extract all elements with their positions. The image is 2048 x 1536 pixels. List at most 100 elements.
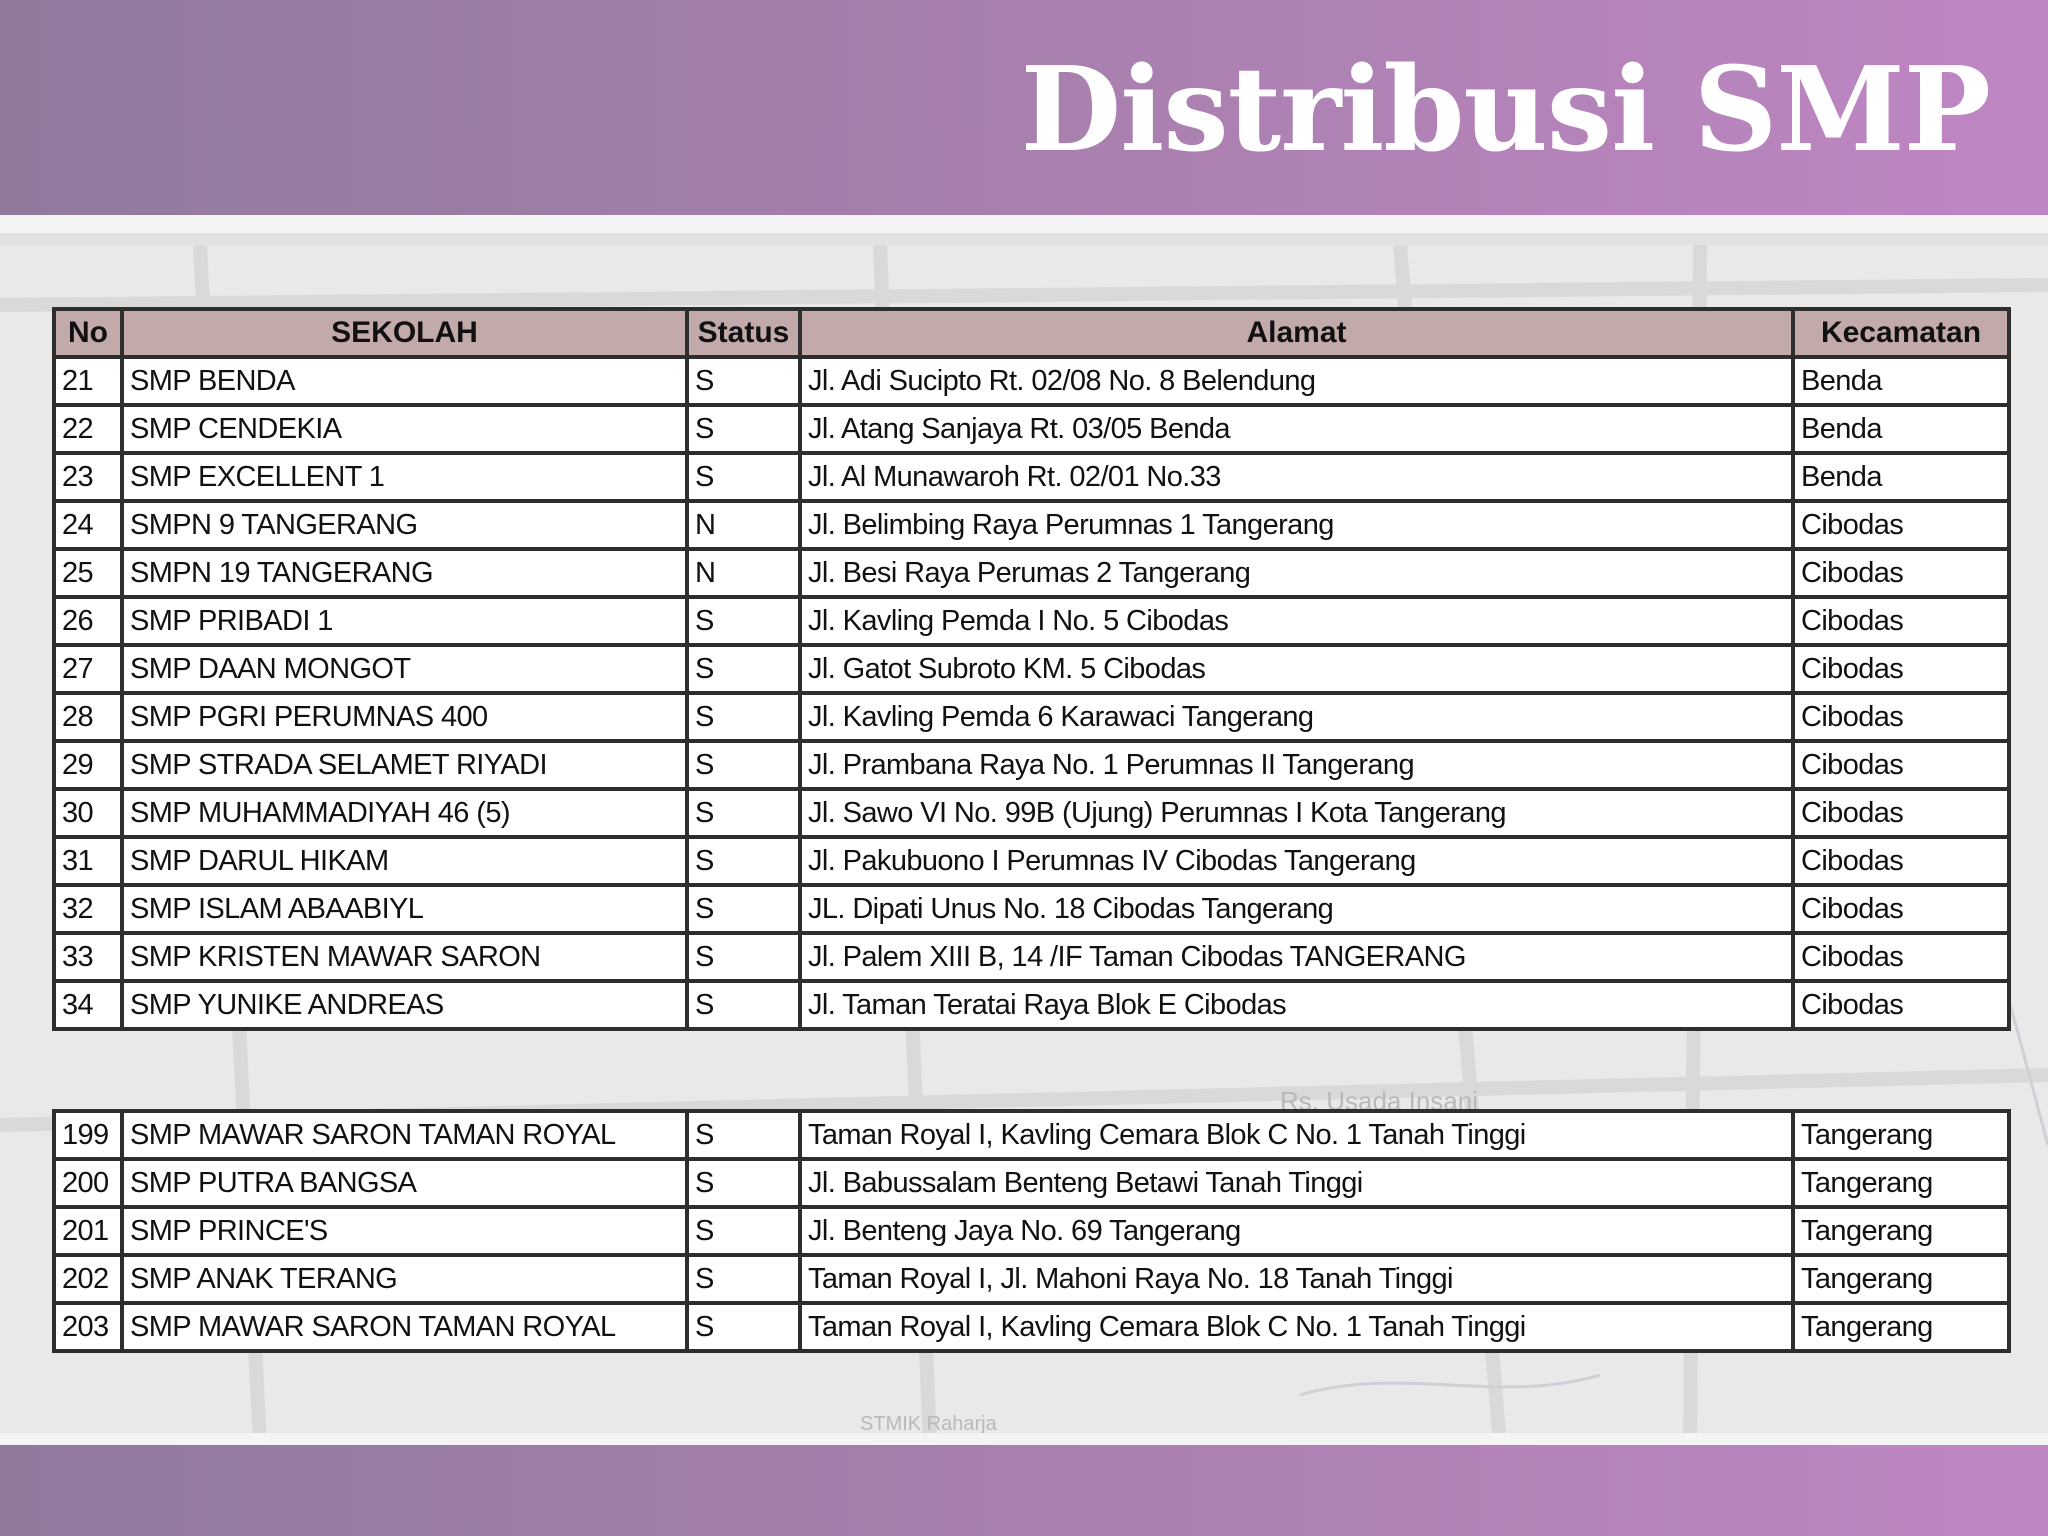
cell-school: SMP STRADA SELAMET RIYADI	[120, 739, 689, 791]
cell-no: 28	[52, 691, 124, 743]
header-district: Kecamatan	[1791, 307, 2011, 359]
cell-address: Taman Royal I, Jl. Mahoni Raya No. 18 Ta…	[798, 1253, 1795, 1305]
table-row: 21 SMP BENDA S Jl. Adi Sucipto Rt. 02/08 No…	[52, 355, 2011, 407]
header-divider-shadow	[0, 233, 2048, 245]
cell-district: Cibodas	[1791, 739, 2011, 791]
cell-school: SMPN 9 TANGERANG	[120, 499, 689, 551]
cell-status: S	[685, 979, 802, 1031]
cell-district: Cibodas	[1791, 931, 2011, 983]
table-row: 203 SMP MAWAR SARON TAMAN ROYAL S Taman Roy…	[52, 1301, 2011, 1353]
cell-address: Jl. Benteng Jaya No. 69 Tangerang	[798, 1205, 1795, 1257]
cell-school: SMP PRIBADI 1	[120, 595, 689, 647]
cell-district: Cibodas	[1791, 547, 2011, 599]
cell-status: S	[685, 883, 802, 935]
cell-school: SMP MAWAR SARON TAMAN ROYAL	[120, 1301, 689, 1353]
cell-school: SMP MUHAMMADIYAH 46 (5)	[120, 787, 689, 839]
cell-district: Benda	[1791, 451, 2011, 503]
footer-band	[0, 1445, 2048, 1536]
cell-school: SMP YUNIKE ANDREAS	[120, 979, 689, 1031]
cell-no: 25	[52, 547, 124, 599]
cell-status: S	[685, 451, 802, 503]
cell-no: 21	[52, 355, 124, 407]
cell-no: 201	[52, 1205, 124, 1257]
cell-address: Jl. Belimbing Raya Perumnas 1 Tangerang	[798, 499, 1795, 551]
cell-district: Cibodas	[1791, 787, 2011, 839]
cell-address: Jl. Kavling Pemda 6 Karawaci Tangerang	[798, 691, 1795, 743]
cell-school: SMP DAAN MONGOT	[120, 643, 689, 695]
cell-address: Jl. Adi Sucipto Rt. 02/08 No. 8 Belendun…	[798, 355, 1795, 407]
cell-status: S	[685, 1301, 802, 1353]
table-row: 201 SMP PRINCE'S S Jl. Benteng Jaya No. 69 …	[52, 1205, 2011, 1257]
cell-no: 34	[52, 979, 124, 1031]
cell-address: Jl. Pakubuono I Perumnas IV Cibodas Tang…	[798, 835, 1795, 887]
cell-status: S	[685, 1205, 802, 1257]
cell-address: Jl. Taman Teratai Raya Blok E Cibodas	[798, 979, 1795, 1031]
header-school: SEKOLAH	[120, 307, 689, 359]
cell-school: SMP KRISTEN MAWAR SARON	[120, 931, 689, 983]
cell-district: Benda	[1791, 403, 2011, 455]
cell-address: Jl. Besi Raya Perumas 2 Tangerang	[798, 547, 1795, 599]
cell-district: Tangerang	[1791, 1157, 2011, 1209]
cell-no: 199	[52, 1109, 124, 1161]
cell-status: S	[685, 355, 802, 407]
table-row: 22 SMP CENDEKIA S Jl. Atang Sanjaya Rt. 03/…	[52, 403, 2011, 455]
cell-status: N	[685, 547, 802, 599]
cell-no: 202	[52, 1253, 124, 1305]
table-row: 31 SMP DARUL HIKAM S Jl. Pakubuono I Perumn…	[52, 835, 2011, 887]
cell-school: SMP PGRI PERUMNAS 400	[120, 691, 689, 743]
table-row: 202 SMP ANAK TERANG S Taman Royal I, Jl. Ma…	[52, 1253, 2011, 1305]
cell-school: SMPN 19 TANGERANG	[120, 547, 689, 599]
table-row: 27 SMP DAAN MONGOT S Jl. Gatot Subroto KM. …	[52, 643, 2011, 695]
table-row: 34 SMP YUNIKE ANDREAS S Jl. Taman Teratai R…	[52, 979, 2011, 1031]
table-row: 28 SMP PGRI PERUMNAS 400 S Jl. Kavling Pemd…	[52, 691, 2011, 743]
cell-no: 33	[52, 931, 124, 983]
cell-no: 22	[52, 403, 124, 455]
cell-status: S	[685, 931, 802, 983]
cell-district: Cibodas	[1791, 835, 2011, 887]
cell-district: Tangerang	[1791, 1109, 2011, 1161]
table-row: 200 SMP PUTRA BANGSA S Jl. Babussalam Bente…	[52, 1157, 2011, 1209]
cell-school: SMP EXCELLENT 1	[120, 451, 689, 503]
cell-status: S	[685, 1109, 802, 1161]
cell-district: Benda	[1791, 355, 2011, 407]
cell-no: 27	[52, 643, 124, 695]
table-row: 33 SMP KRISTEN MAWAR SARON S Jl. Palem XIII…	[52, 931, 2011, 983]
cell-address: Taman Royal I, Kavling Cemara Blok C No.…	[798, 1109, 1795, 1161]
cell-no: 32	[52, 883, 124, 935]
cell-school: SMP ANAK TERANG	[120, 1253, 689, 1305]
cell-school: SMP PUTRA BANGSA	[120, 1157, 689, 1209]
cell-district: Tangerang	[1791, 1301, 2011, 1353]
cell-no: 30	[52, 787, 124, 839]
cell-district: Cibodas	[1791, 595, 2011, 647]
cell-status: S	[685, 691, 802, 743]
cell-address: Jl. Babussalam Benteng Betawi Tanah Ting…	[798, 1157, 1795, 1209]
cell-address: Jl. Al Munawaroh Rt. 02/01 No.33	[798, 451, 1795, 503]
page-title: Distribusi SMP	[1020, 42, 1991, 178]
table-header-row: No SEKOLAH Status Alamat Kecamatan	[52, 307, 2011, 359]
header-address: Alamat	[798, 307, 1795, 359]
cell-no: 23	[52, 451, 124, 503]
school-table-top: No SEKOLAH Status Alamat Kecamatan 21 SMP…	[52, 307, 2011, 1031]
cell-district: Cibodas	[1791, 691, 2011, 743]
cell-district: Cibodas	[1791, 643, 2011, 695]
cell-district: Cibodas	[1791, 499, 2011, 551]
cell-status: S	[685, 643, 802, 695]
cell-district: Tangerang	[1791, 1253, 2011, 1305]
table-row: 199 SMP MAWAR SARON TAMAN ROYAL S Taman Roy…	[52, 1109, 2011, 1161]
cell-status: S	[685, 595, 802, 647]
cell-status: N	[685, 499, 802, 551]
cell-no: 31	[52, 835, 124, 887]
cell-address: Taman Royal I, Kavling Cemara Blok C No.…	[798, 1301, 1795, 1353]
cell-district: Cibodas	[1791, 883, 2011, 935]
table-row: 25 SMPN 19 TANGERANG N Jl. Besi Raya Peruma…	[52, 547, 2011, 599]
table-row: 30 SMP MUHAMMADIYAH 46 (5) S Jl. Sawo VI No…	[52, 787, 2011, 839]
school-table-bottom: 199 SMP MAWAR SARON TAMAN ROYAL S Taman Roy…	[52, 1109, 2011, 1353]
cell-school: SMP MAWAR SARON TAMAN ROYAL	[120, 1109, 689, 1161]
cell-status: S	[685, 835, 802, 887]
map-label-campus: STMIK Raharja	[860, 1413, 998, 1435]
cell-district: Cibodas	[1791, 979, 2011, 1031]
cell-school: SMP ISLAM ABAABIYL	[120, 883, 689, 935]
cell-school: SMP CENDEKIA	[120, 403, 689, 455]
cell-address: Jl. Atang Sanjaya Rt. 03/05 Benda	[798, 403, 1795, 455]
cell-status: S	[685, 787, 802, 839]
